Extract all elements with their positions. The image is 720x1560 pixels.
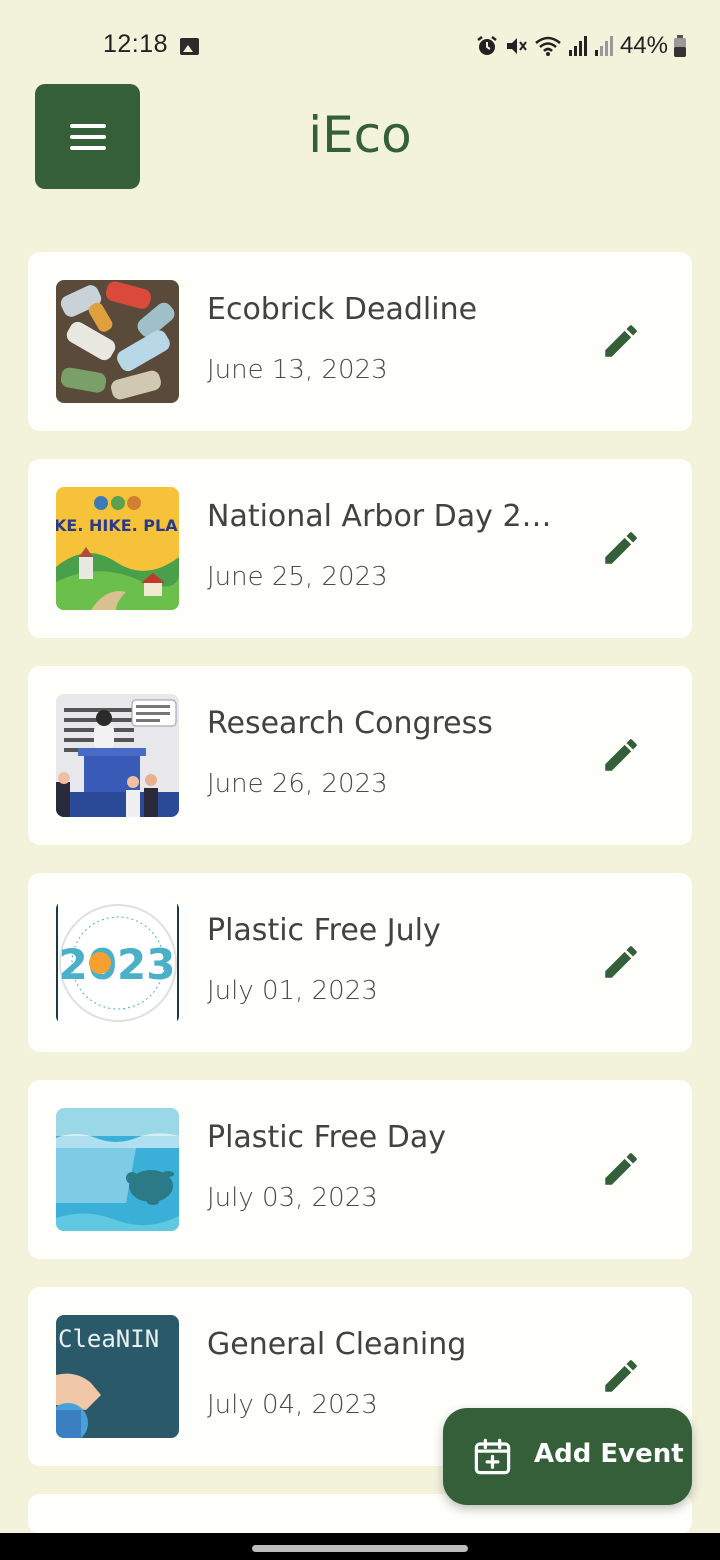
event-title: Ecobrick Deadline <box>207 292 478 327</box>
edit-pencil-icon[interactable] <box>600 941 642 983</box>
mute-icon <box>506 38 527 54</box>
event-title: National Arbor Day 2… <box>207 499 552 534</box>
app-title: iEco <box>308 106 412 164</box>
event-thumbnail <box>56 1108 179 1231</box>
status-icons: 44% <box>476 32 686 60</box>
edit-pencil-icon[interactable] <box>600 527 642 569</box>
cleaning-photo-text: CleaNIN <box>58 1325 159 1353</box>
event-card[interactable]: Ecobrick Deadline June 13, 2023 <box>28 252 692 431</box>
battery-icon <box>674 35 686 57</box>
event-date: June 13, 2023 <box>207 355 388 385</box>
image-notification-icon <box>180 38 199 55</box>
edit-pencil-icon[interactable] <box>600 1355 642 1397</box>
navigation-bar <box>0 1533 720 1560</box>
event-card[interactable]: Research Congress June 26, 2023 <box>28 666 692 845</box>
event-card[interactable]: KE. HIKE. PLANT 2 National Arbor Day 2… … <box>28 459 692 638</box>
event-title: Plastic Free Day <box>207 1120 447 1155</box>
arbor-banner-text: KE. HIKE. PLANT 2 <box>56 516 179 535</box>
event-card[interactable]: Plastic Free Day July 03, 2023 <box>28 1080 692 1259</box>
event-date: June 26, 2023 <box>207 769 388 799</box>
status-bar: 12:18 44% <box>0 0 720 64</box>
alarm-icon <box>477 36 497 55</box>
calendar-add-icon <box>474 1438 511 1475</box>
plastic-free-logo-text: 2023 <box>59 940 176 989</box>
edit-pencil-icon[interactable] <box>600 1148 642 1190</box>
status-time: 12:18 <box>103 30 169 58</box>
wifi-icon <box>535 36 561 56</box>
signal-icon <box>568 36 587 56</box>
event-title: General Cleaning <box>207 1327 467 1362</box>
event-thumbnail <box>56 280 179 403</box>
battery-percentage: 44% <box>619 32 668 59</box>
event-thumbnail: CleaNIN <box>56 1315 179 1438</box>
event-title: Research Congress <box>207 706 493 741</box>
event-date: June 25, 2023 <box>207 562 388 592</box>
event-date: July 01, 2023 <box>207 976 378 1006</box>
event-date: July 04, 2023 <box>207 1390 378 1420</box>
event-card[interactable]: 2023 Plastic Free July July 01, 2023 <box>28 873 692 1052</box>
event-thumbnail: KE. HIKE. PLANT 2 <box>56 487 179 610</box>
edit-pencil-icon[interactable] <box>600 734 642 776</box>
add-event-button[interactable]: Add Event <box>443 1408 692 1505</box>
event-date: July 03, 2023 <box>207 1183 378 1213</box>
event-title: Plastic Free July <box>207 913 441 948</box>
event-thumbnail <box>56 694 179 817</box>
home-gesture-handle[interactable] <box>252 1545 468 1552</box>
add-event-label: Add Event <box>534 1439 684 1469</box>
edit-pencil-icon[interactable] <box>600 320 642 362</box>
event-thumbnail: 2023 <box>56 901 179 1024</box>
signal-weak-icon <box>594 36 613 56</box>
